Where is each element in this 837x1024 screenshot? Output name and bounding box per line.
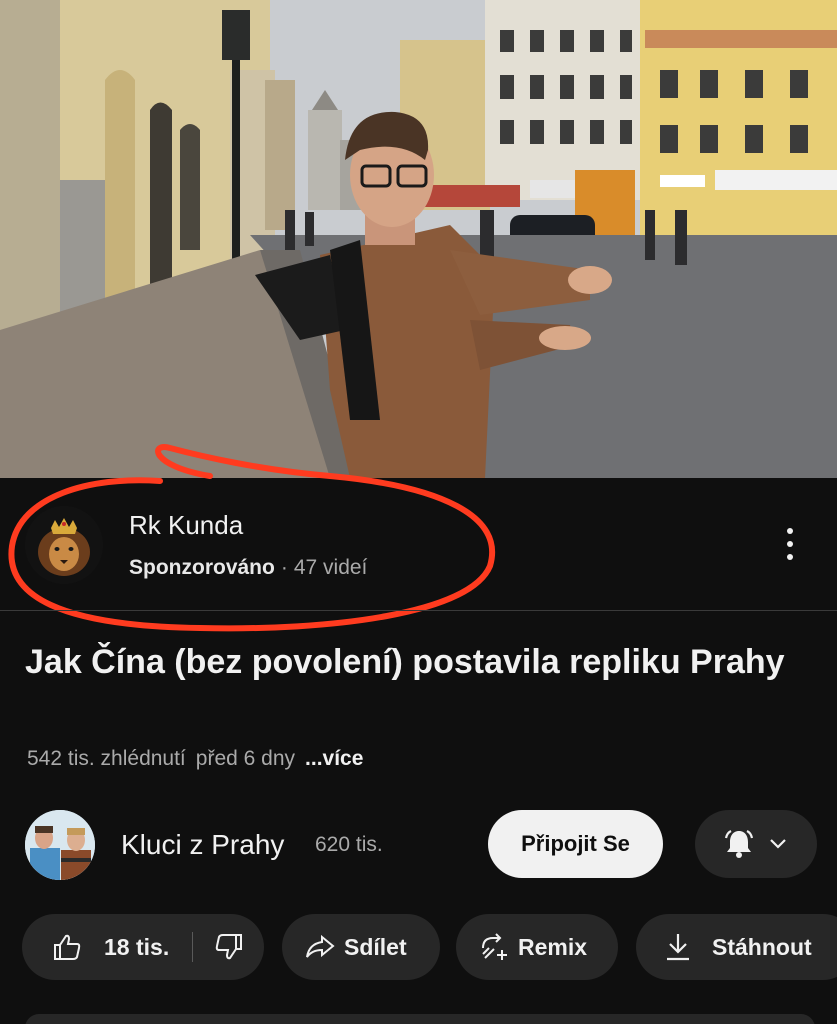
lion-logo-icon — [25, 506, 103, 584]
kebab-dot — [787, 541, 793, 547]
video-player[interactable] — [0, 0, 837, 478]
remix-label: Remix — [518, 934, 588, 960]
remix-button[interactable]: Remix — [456, 914, 618, 980]
bell-icon — [724, 830, 754, 858]
thumbs-up-icon[interactable] — [52, 933, 82, 961]
sponsor-video-count: 47 videí — [293, 556, 368, 579]
sponsor-channel-name[interactable]: Rk Kunda — [129, 510, 243, 541]
channel-name[interactable]: Kluci z Prahy — [121, 829, 284, 861]
more-link[interactable]: ...více — [305, 747, 363, 770]
section-divider — [0, 610, 837, 611]
comments-teaser[interactable] — [25, 1014, 815, 1024]
meta-separator: · — [280, 556, 288, 579]
like-count[interactable]: 18 tis. — [104, 934, 169, 961]
share-icon — [306, 934, 335, 958]
download-label: Stáhnout — [712, 934, 812, 960]
view-count: 542 tis. zhlédnutí — [27, 747, 186, 770]
remix-icon — [482, 933, 507, 960]
chevron-down-icon — [770, 839, 786, 849]
channel-avatar[interactable] — [25, 810, 95, 880]
subscribe-button[interactable]: Připojit Se — [488, 810, 663, 878]
share-label: Sdílet — [344, 934, 407, 960]
like-separator — [192, 932, 193, 962]
subscriber-count: 620 tis. — [315, 833, 383, 856]
channel-avatar-image — [25, 810, 95, 880]
sponsored-channel-card[interactable] — [0, 480, 837, 610]
like-dislike-group: 18 tis. — [22, 914, 264, 980]
sponsor-avatar[interactable] — [25, 506, 103, 584]
download-button[interactable]: Stáhnout — [636, 914, 837, 980]
more-vert-icon[interactable] — [776, 524, 804, 564]
share-button[interactable]: Sdílet — [282, 914, 440, 980]
kebab-dot — [787, 554, 793, 560]
notification-button[interactable] — [695, 810, 817, 878]
thumbs-down-icon[interactable] — [214, 933, 244, 961]
upload-age: před 6 dny — [195, 747, 296, 770]
sponsored-label: Sponzorováno — [129, 556, 275, 579]
kebab-dot — [787, 528, 793, 534]
video-meta[interactable]: 542 tis. zhlédnutí před 6 dny ...více — [27, 747, 363, 771]
download-icon — [667, 934, 689, 961]
video-frame-image — [0, 0, 837, 478]
youtube-watch-page: Rk Kunda Sponzorováno · 47 videí Jak Čína … — [0, 0, 837, 1024]
sponsor-meta: Sponzorováno · 47 videí — [129, 556, 367, 580]
video-title: Jak Čína (bez povolení) postavila replik… — [25, 643, 785, 681]
